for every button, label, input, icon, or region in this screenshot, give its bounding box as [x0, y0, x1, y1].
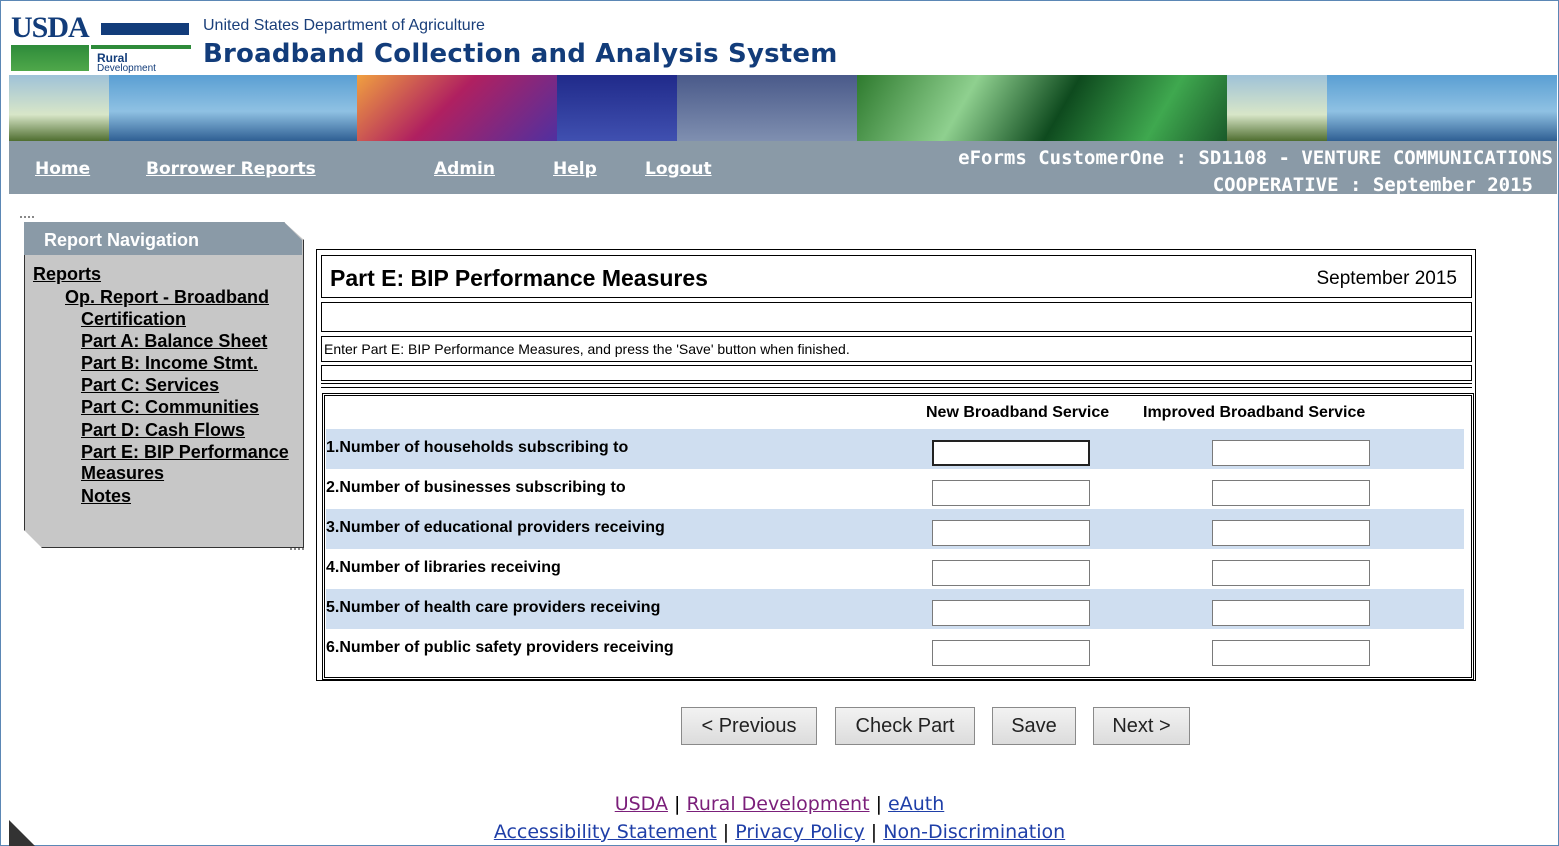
previous-button[interactable]: < Previous — [681, 707, 817, 745]
banner-fiber-image — [357, 75, 557, 141]
report-navigation-header: Report Navigation — [24, 222, 302, 255]
footer-link-rural-development[interactable]: Rural Development — [686, 793, 869, 815]
nav-link-part-b[interactable]: Part B: Income Stmt. — [81, 352, 258, 374]
public-safety-improved-input[interactable] — [1212, 640, 1370, 666]
top-nav-bar: Home Borrower Reports Admin Help Logout … — [9, 141, 1557, 196]
col-header-improved: Improved Broadband Service — [1143, 404, 1366, 421]
system-title: Broadband Collection and Analysis System — [203, 39, 838, 69]
libraries-improved-input[interactable] — [1212, 560, 1370, 586]
check-part-button[interactable]: Check Part — [835, 707, 975, 745]
banner-fence-image — [9, 75, 109, 141]
footer-separator: | — [674, 793, 681, 815]
nav-link-part-c-communities[interactable]: Part C: Communities — [81, 396, 259, 418]
col-header-new: New Broadband Service — [926, 404, 1110, 421]
row-label: 4.Number of libraries receiving — [326, 559, 561, 576]
nav-logout[interactable]: Logout — [645, 159, 712, 179]
agency-subtitle: United States Department of Agriculture — [203, 17, 485, 34]
row-label: 6.Number of public safety providers rece… — [326, 639, 674, 656]
nav-link-part-e[interactable]: Part E: BIP Performance — [81, 441, 289, 463]
next-button[interactable]: Next > — [1093, 707, 1190, 745]
footer-line1: USDA | Rural Development | eAuth — [0, 793, 1559, 815]
usda-logo-text: USDA — [11, 11, 90, 44]
report-navigation-title: Report Navigation — [44, 230, 200, 250]
banner-windmill-image — [677, 75, 857, 141]
nav-link-notes[interactable]: Notes — [81, 485, 131, 507]
nav-home[interactable]: Home — [35, 159, 90, 179]
nav-help[interactable]: Help — [553, 159, 597, 179]
form-title-bar: Part E: BIP Performance Measures Septemb… — [321, 255, 1472, 298]
row-label: 1.Number of households subscribing to — [326, 439, 629, 456]
footer-link-eauth[interactable]: eAuth — [888, 793, 944, 815]
footer-link-privacy[interactable]: Privacy Policy — [735, 821, 864, 843]
site-header: USDA Rural Development United States Dep… — [9, 9, 1557, 75]
row-label: 3.Number of educational providers receiv… — [326, 519, 665, 536]
divider — [321, 383, 1472, 384]
nav-link-reports[interactable]: Reports — [33, 263, 101, 285]
businesses-new-input[interactable] — [932, 480, 1090, 506]
health-care-improved-input[interactable] — [1212, 600, 1370, 626]
table-row: 2.Number of businesses subscribing to — [326, 469, 1464, 509]
businesses-improved-input[interactable] — [1212, 480, 1370, 506]
customer-info: eForms CustomerOne : SD1108 - VENTURE CO… — [958, 145, 1553, 199]
logo-line2: Development — [97, 63, 156, 74]
footer-link-usda[interactable]: USDA — [615, 793, 668, 815]
divider-2 — [321, 387, 1472, 388]
header-banner — [9, 75, 1557, 141]
customer-info-line2: COOPERATIVE : September 2015 — [1212, 174, 1533, 196]
instructions-text: Enter Part E: BIP Performance Measures, … — [324, 341, 850, 357]
nav-link-op-report[interactable]: Op. Report - Broadband — [65, 286, 269, 308]
educational-improved-input[interactable] — [1212, 520, 1370, 546]
footer-link-non-discrimination[interactable]: Non-Discrimination — [883, 821, 1065, 843]
banner-fence-image-2 — [1227, 75, 1327, 141]
footer-separator: | — [870, 821, 878, 843]
usda-logo-bar — [101, 23, 189, 35]
row-label: 2.Number of businesses subscribing to — [326, 479, 626, 496]
banner-mountain-image-2 — [1327, 75, 1557, 141]
page-title: Part E: BIP Performance Measures — [330, 265, 708, 291]
row-label: 5.Number of health care providers receiv… — [326, 599, 661, 616]
educational-new-input[interactable] — [932, 520, 1090, 546]
save-button[interactable]: Save — [992, 707, 1076, 745]
table-row: 6.Number of public safety providers rece… — [326, 629, 1464, 669]
nav-link-certification[interactable]: Certification — [81, 308, 186, 330]
banner-dark-image — [557, 75, 677, 141]
table-row: 5.Number of health care providers receiv… — [326, 589, 1464, 629]
nav-link-part-e-measures[interactable]: Measures — [81, 462, 164, 484]
banner-green-image — [857, 75, 1227, 141]
public-safety-new-input[interactable] — [932, 640, 1090, 666]
libraries-new-input[interactable] — [932, 560, 1090, 586]
nav-link-part-c-services[interactable]: Part C: Services — [81, 374, 219, 396]
rd-logo-box: Rural Development — [91, 45, 191, 75]
footer-link-accessibility[interactable]: Accessibility Statement — [494, 821, 717, 843]
spacer-row — [321, 302, 1472, 332]
table-row: 3.Number of educational providers receiv… — [326, 509, 1464, 549]
households-improved-input[interactable] — [1212, 440, 1370, 466]
window-resize-corner[interactable] — [9, 820, 35, 846]
usda-logo-field-graphic — [11, 45, 89, 71]
usda-rd-logo[interactable]: USDA Rural Development — [11, 11, 191, 75]
table-row: 4.Number of libraries receiving — [326, 549, 1464, 589]
households-new-input[interactable] — [932, 440, 1090, 466]
footer-line2: Accessibility Statement | Privacy Policy… — [0, 821, 1559, 843]
nav-link-part-d[interactable]: Part D: Cash Flows — [81, 419, 245, 441]
health-care-new-input[interactable] — [932, 600, 1090, 626]
nav-borrower-reports[interactable]: Borrower Reports — [146, 159, 316, 179]
banner-mountain-image — [109, 75, 357, 141]
report-period: September 2015 — [1316, 268, 1458, 289]
spacer-row-2 — [321, 365, 1472, 381]
table-row: 1.Number of households subscribing to — [326, 429, 1464, 469]
footer-separator: | — [875, 793, 882, 815]
customer-info-line1: eForms CustomerOne : SD1108 - VENTURE CO… — [958, 147, 1553, 169]
nav-link-part-a[interactable]: Part A: Balance Sheet — [81, 330, 267, 352]
panel-resize-handle-bottom[interactable] — [290, 548, 304, 558]
footer-separator: | — [722, 821, 730, 843]
nav-admin[interactable]: Admin — [434, 159, 495, 179]
